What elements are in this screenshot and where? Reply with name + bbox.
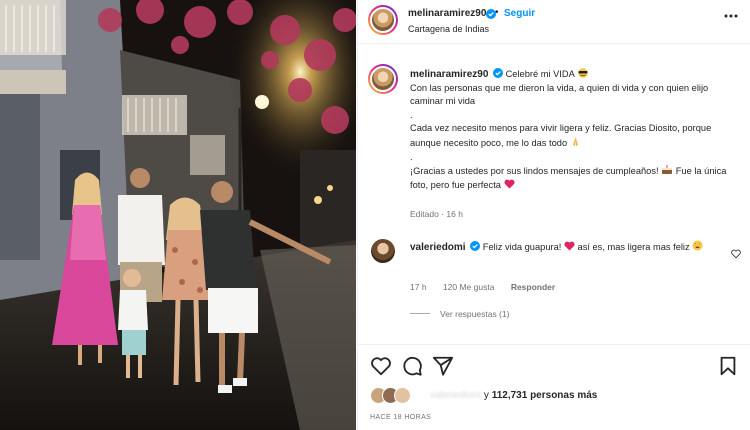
liker-avatar <box>394 387 411 404</box>
bookmark-icon[interactable] <box>717 355 739 377</box>
comments-section: melinaramirez90 Celebré mi VIDA Con las … <box>358 44 750 344</box>
send-icon[interactable] <box>432 355 454 377</box>
red-heart-icon <box>504 179 515 189</box>
commenter-username[interactable]: valeriedomi <box>410 242 466 253</box>
comment-text-a: Feliz vida guapura! <box>482 242 562 252</box>
family-photo-image <box>0 0 356 430</box>
liker-name-blurred[interactable]: valeriedomi <box>430 390 481 401</box>
likes-count[interactable]: 112,731 personas más <box>492 390 598 401</box>
smiling-face-with-sunglasses-icon <box>578 68 588 78</box>
likes-summary[interactable]: valeriedomi y 112,731 personas más <box>430 390 597 401</box>
author-avatar[interactable] <box>368 5 398 35</box>
caption-line-5: . <box>410 151 413 162</box>
likes-connector: y <box>483 390 489 401</box>
comment-likes-count[interactable]: 120 Me gusta <box>443 282 495 292</box>
post-detail-panel: melinaramirez90 • Seguir Cartagena de In… <box>357 0 750 430</box>
location-link[interactable]: Cartagena de Indias <box>408 24 489 34</box>
view-replies-button[interactable]: Ver respuestas (1) <box>410 309 509 319</box>
verified-badge-icon <box>470 241 481 251</box>
caption-line-6a: ¡Gracias a ustedes por sus lindos mensaj… <box>410 166 659 177</box>
comment-icon[interactable] <box>401 355 423 377</box>
caption-line-1: Celebré mi VIDA <box>505 69 575 79</box>
separator-dot: • <box>495 7 499 18</box>
heart-icon[interactable] <box>370 355 392 377</box>
post-photo[interactable] <box>0 0 356 430</box>
comment-text-b: así es, mas ligera mas feliz <box>577 242 690 252</box>
caption-meta: Editado · 16 h <box>410 209 463 219</box>
birthday-cake-icon <box>662 165 673 175</box>
comment-text: valeriedomi Feliz vida guapura! así es, … <box>410 240 720 255</box>
view-replies-label: Ver respuestas (1) <box>440 309 510 319</box>
comment-meta: 17 h 120 Me gusta Responder <box>410 282 569 292</box>
post-timestamp: HACE 18 HORAS <box>370 414 432 421</box>
commenter-avatar[interactable] <box>371 239 395 263</box>
follow-button[interactable]: Seguir <box>504 8 535 19</box>
replies-divider <box>410 313 430 314</box>
caption-line-3: . <box>410 109 413 120</box>
folded-hands-icon <box>572 136 578 146</box>
action-bar: valeriedomi y 112,731 personas más HACE … <box>358 344 750 430</box>
red-heart-icon <box>564 241 575 251</box>
comment-item: valeriedomi Feliz vida guapura! así es, … <box>358 236 750 296</box>
verified-badge-icon <box>492 68 503 78</box>
comment-time: 17 h <box>410 282 427 292</box>
post-header: melinaramirez90 • Seguir Cartagena de In… <box>358 0 750 44</box>
caption-text: melinaramirez90 Celebré mi VIDA Con las … <box>410 68 740 192</box>
comment-like-heart-icon[interactable] <box>731 249 741 259</box>
reply-button[interactable]: Responder <box>511 282 555 292</box>
caption-line-2: Con las personas que me dieron la vida, … <box>410 82 709 107</box>
star-struck-face-icon <box>692 240 703 251</box>
caption-line-4: Cada vez necesito menos para vivir liger… <box>410 123 712 148</box>
caption-username[interactable]: melinaramirez90 <box>410 69 488 80</box>
author-username[interactable]: melinaramirez90 <box>408 8 486 19</box>
caption-author-avatar[interactable] <box>368 64 398 94</box>
more-options-icon[interactable] <box>723 13 739 19</box>
